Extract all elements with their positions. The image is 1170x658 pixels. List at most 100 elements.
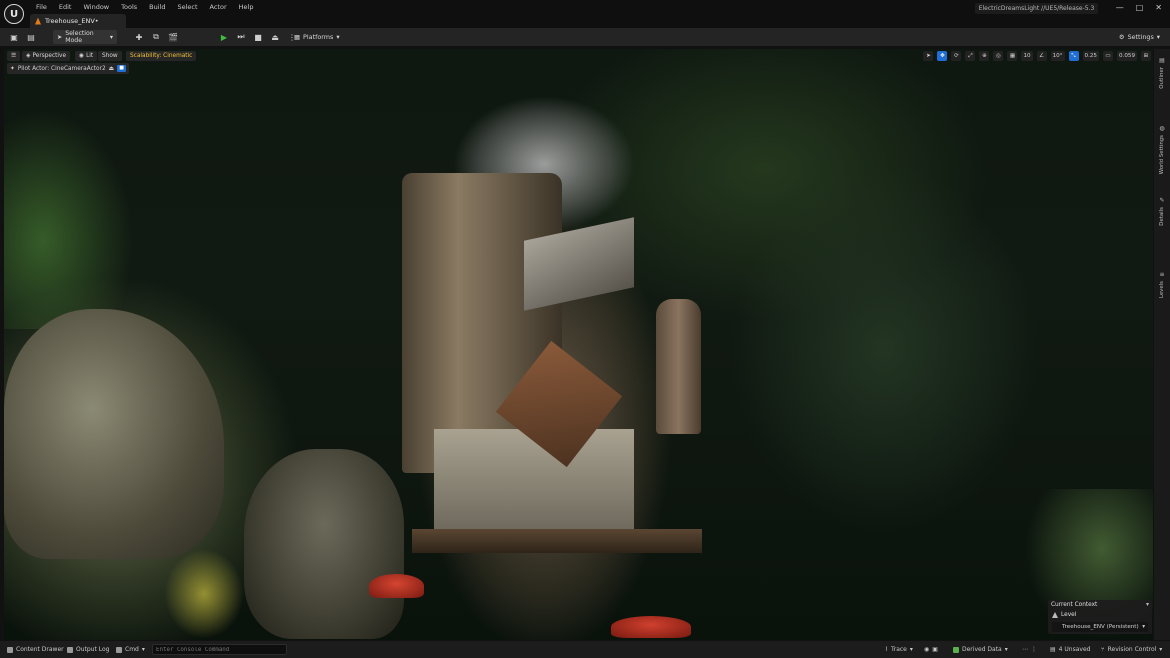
unsaved-label: 4 Unsaved bbox=[1058, 646, 1091, 653]
gear-icon: ⚙ bbox=[1118, 33, 1125, 41]
perspective-icon: ◈ bbox=[26, 53, 31, 59]
menu-tools[interactable]: Tools bbox=[115, 2, 143, 13]
platforms-label: Platforms bbox=[303, 33, 334, 41]
terminal-icon bbox=[116, 646, 122, 653]
blueprint-icon[interactable]: ⧉ bbox=[150, 31, 162, 43]
levels-icon: ≡ bbox=[1159, 271, 1165, 278]
rock bbox=[244, 449, 404, 639]
level-viewport[interactable] bbox=[4, 49, 1153, 640]
stop-icon[interactable]: ■ bbox=[252, 31, 264, 43]
scale-snap-icon[interactable]: ⤡ bbox=[1068, 51, 1079, 61]
viewport-menu-button[interactable]: ☰ bbox=[7, 51, 21, 61]
save-icon[interactable]: ▣ bbox=[8, 31, 20, 43]
translate-tool-icon[interactable]: ✥ bbox=[937, 51, 948, 61]
trace-dropdown[interactable]: ⌇ Trace ▾ bbox=[885, 643, 913, 656]
context-level-label: Level bbox=[1061, 612, 1077, 618]
unsaved-button[interactable]: ▤ 4 Unsaved bbox=[1050, 643, 1090, 656]
menu-window[interactable]: Window bbox=[77, 2, 115, 13]
revision-control-button[interactable]: ⑂ Revision Control ▾ bbox=[1101, 643, 1162, 656]
maximize-button[interactable]: □ bbox=[1136, 2, 1144, 14]
pin-icon: ✦ bbox=[10, 65, 15, 72]
chevron-down-icon[interactable]: ▾ bbox=[1146, 601, 1149, 608]
step-icon[interactable]: ⏭ bbox=[235, 31, 247, 43]
toolbar-save-group: ▣ ▤ bbox=[8, 31, 37, 43]
menu-edit[interactable]: Edit bbox=[53, 2, 78, 13]
select-tool-icon[interactable]: ➤ bbox=[923, 51, 934, 61]
unreal-logo-icon[interactable]: U bbox=[4, 4, 24, 24]
scalability-indicator[interactable]: Scalability: Cinematic bbox=[126, 51, 197, 61]
menu-file[interactable]: File bbox=[30, 2, 53, 13]
fern-foliage bbox=[4, 109, 134, 329]
tab-details[interactable]: ✎ Details bbox=[1156, 197, 1168, 226]
cmd-label: Cmd bbox=[125, 646, 139, 653]
layout-icon[interactable]: ⊞ bbox=[1141, 51, 1151, 61]
tab-outliner-label: Outliner bbox=[1159, 67, 1165, 89]
record-icon[interactable]: ◉ bbox=[924, 646, 929, 653]
perspective-button[interactable]: ◈ Perspective bbox=[22, 51, 71, 61]
camera-speed-value[interactable]: 0.059 bbox=[1116, 51, 1137, 61]
leaf bbox=[164, 549, 244, 639]
surface-snap-icon[interactable]: ◎ bbox=[993, 51, 1004, 61]
chevron-down-icon: ▾ bbox=[1004, 646, 1008, 653]
platforms-dropdown[interactable]: ▦ Platforms ▾ bbox=[294, 31, 340, 43]
camera-speed-icon[interactable]: ▭ bbox=[1102, 51, 1113, 61]
selection-mode-dropdown[interactable]: ➤ Selection Mode ▾ bbox=[53, 30, 117, 44]
rotate-tool-icon[interactable]: ⟳ bbox=[951, 51, 962, 61]
menu-help[interactable]: Help bbox=[233, 2, 260, 13]
settings-dropdown[interactable]: ⚙ Settings ▾ bbox=[1119, 31, 1160, 43]
bell-icon[interactable]: ⋯ bbox=[1022, 646, 1028, 653]
lit-button[interactable]: ◉ Lit bbox=[75, 51, 98, 61]
cursor-icon: ➤ bbox=[57, 33, 63, 41]
toolbar-create-group: ✚ ⧉ 🎬 bbox=[133, 31, 179, 43]
tab-levels[interactable]: ≡ Levels bbox=[1156, 271, 1168, 298]
log-icon bbox=[67, 646, 73, 653]
hamburger-icon: ☰ bbox=[11, 53, 17, 59]
globe-icon: ◍ bbox=[1159, 125, 1165, 132]
document-tab[interactable]: Treehouse_ENV• bbox=[30, 14, 126, 28]
grid-snap-icon[interactable]: ▦ bbox=[1007, 51, 1018, 61]
derived-data-button[interactable]: Derived Data ▾ bbox=[953, 643, 1008, 656]
camera-icon[interactable]: ▣ bbox=[932, 646, 938, 653]
console-command-input[interactable] bbox=[152, 644, 287, 655]
status-icons: ◉ ▣ bbox=[924, 643, 938, 656]
viewport-toolbar: ☰ ◈ Perspective ◉ Lit Show Scalability: … bbox=[4, 50, 1153, 62]
side-panel-tabs: ▤ Outliner ◍ World Settings ✎ Details ≡ … bbox=[1154, 49, 1170, 640]
tab-world-settings[interactable]: ◍ World Settings bbox=[1156, 125, 1168, 174]
derived-data-label: Derived Data bbox=[962, 646, 1002, 653]
scalability-label: Scalability: Cinematic bbox=[130, 53, 193, 59]
mushroom bbox=[369, 574, 424, 598]
lit-icon: ◉ bbox=[79, 53, 85, 59]
source-control-icons: ⋯ ⋮ bbox=[1022, 643, 1037, 656]
scale-tool-icon[interactable]: ⤢ bbox=[965, 51, 976, 61]
content-browser-icon[interactable]: ▤ bbox=[25, 31, 37, 43]
close-button[interactable]: ✕ bbox=[1155, 2, 1162, 14]
cinematics-icon[interactable]: 🎬 bbox=[167, 31, 179, 43]
context-level-dropdown[interactable]: Treehouse_ENV (Persistent) ▾ bbox=[1052, 622, 1148, 632]
menu-actor[interactable]: Actor bbox=[204, 2, 233, 13]
add-actor-icon[interactable]: ✚ bbox=[133, 31, 145, 43]
tab-outliner[interactable]: ▤ Outliner bbox=[1156, 57, 1168, 89]
rotation-snap-value[interactable]: 10° bbox=[1050, 51, 1065, 61]
selection-mode-label: Selection Mode bbox=[65, 30, 94, 44]
content-drawer-label: Content Drawer bbox=[16, 646, 64, 653]
menu-build[interactable]: Build bbox=[143, 2, 171, 13]
content-drawer-button[interactable]: Content Drawer bbox=[7, 643, 64, 656]
eject-pilot-icon[interactable]: ⏏ bbox=[109, 66, 114, 72]
platforms-icon: ▦ bbox=[294, 33, 301, 41]
eject-icon[interactable]: ⏏ bbox=[269, 31, 281, 43]
output-log-button[interactable]: Output Log bbox=[67, 643, 109, 656]
world-space-icon[interactable]: ⊕ bbox=[979, 51, 990, 61]
cmd-dropdown[interactable]: Cmd ▾ bbox=[116, 643, 145, 656]
menu-select[interactable]: Select bbox=[171, 2, 203, 13]
minimize-button[interactable]: — bbox=[1116, 2, 1124, 14]
pencil-icon: ✎ bbox=[1159, 197, 1165, 204]
rotation-snap-icon[interactable]: ∠ bbox=[1036, 51, 1047, 61]
camera-icon[interactable]: ■ bbox=[117, 65, 127, 72]
chimney bbox=[656, 299, 701, 434]
play-icon[interactable]: ▶ bbox=[218, 31, 230, 43]
derived-data-icon bbox=[953, 646, 959, 653]
show-button[interactable]: Show bbox=[98, 51, 122, 61]
scale-snap-value[interactable]: 0.25 bbox=[1082, 51, 1099, 61]
more-icon[interactable]: ⋮ bbox=[1031, 646, 1037, 653]
grid-snap-value[interactable]: 10 bbox=[1021, 51, 1033, 61]
